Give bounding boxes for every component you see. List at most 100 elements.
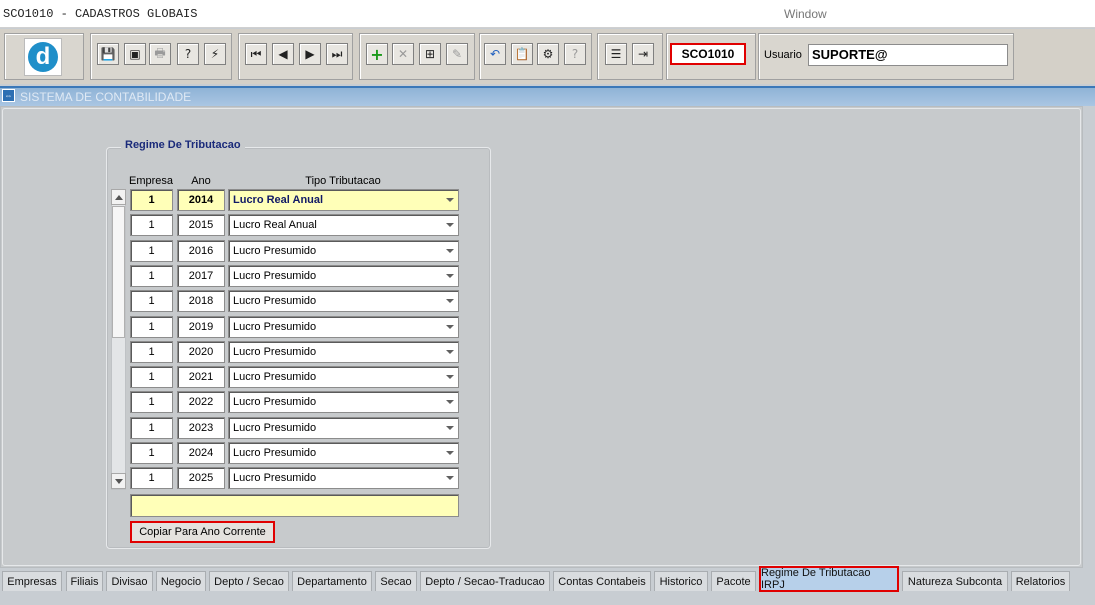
dropdown-arrow-icon[interactable] bbox=[446, 198, 454, 202]
empresa-field[interactable]: 1 bbox=[130, 467, 173, 489]
print-button[interactable]: 🖶 bbox=[149, 43, 171, 65]
window-menu[interactable]: Window bbox=[784, 7, 827, 21]
tab-empresas[interactable]: Empresas bbox=[2, 571, 62, 591]
ano-field[interactable]: 2022 bbox=[177, 391, 225, 413]
ano-field[interactable]: 2025 bbox=[177, 467, 225, 489]
ano-field[interactable]: 2016 bbox=[177, 240, 225, 262]
tab-departamento[interactable]: Departamento bbox=[292, 571, 372, 591]
tipo-tributacao-select[interactable]: Lucro Presumido bbox=[228, 290, 459, 312]
tipo-tributacao-select[interactable]: Lucro Presumido bbox=[228, 391, 459, 413]
dropdown-arrow-icon[interactable] bbox=[446, 476, 454, 480]
copy-to-current-year-button[interactable]: Copiar Para Ano Corrente bbox=[130, 521, 275, 543]
last-record-icon: ⏭ bbox=[331, 46, 343, 61]
ano-field[interactable]: 2015 bbox=[177, 214, 225, 236]
tab-historico[interactable]: Historico bbox=[654, 571, 708, 591]
ano-field[interactable]: 2017 bbox=[177, 265, 225, 287]
tipo-tributacao-value: Lucro Presumido bbox=[233, 472, 317, 484]
user-field[interactable]: SUPORTE@ bbox=[808, 44, 1008, 66]
empresa-field[interactable]: 1 bbox=[130, 417, 173, 439]
empresa-field[interactable]: 1 bbox=[130, 316, 173, 338]
tab-divisao[interactable]: Divisao bbox=[106, 571, 153, 591]
ano-field[interactable]: 2018 bbox=[177, 290, 225, 312]
previous-record-button[interactable]: ◀ bbox=[272, 43, 294, 65]
next-record-icon: ▶ bbox=[305, 47, 315, 61]
edit-icon: ✎ bbox=[451, 47, 463, 61]
empresa-field[interactable]: 1 bbox=[130, 265, 173, 287]
tipo-tributacao-select[interactable]: Lucro Presumido bbox=[228, 265, 459, 287]
dropdown-arrow-icon[interactable] bbox=[446, 223, 454, 227]
empresa-field[interactable]: 1 bbox=[130, 189, 173, 211]
tab-negocio[interactable]: Negocio bbox=[156, 571, 206, 591]
last-record-button[interactable]: ⏭ bbox=[326, 43, 348, 65]
tab-relatorios[interactable]: Relatorios bbox=[1011, 571, 1070, 591]
clipboard-button[interactable]: 📋 bbox=[511, 43, 533, 65]
dropdown-arrow-icon[interactable] bbox=[446, 426, 454, 430]
empresa-field[interactable]: 1 bbox=[130, 240, 173, 262]
help-icon: ? bbox=[571, 47, 579, 61]
tab-secao[interactable]: Secao bbox=[375, 571, 417, 591]
detail-field[interactable] bbox=[130, 494, 459, 517]
empresa-field[interactable]: 1 bbox=[130, 341, 173, 363]
exit-button[interactable]: ⇥ bbox=[632, 43, 654, 65]
tipo-tributacao-select[interactable]: Lucro Presumido bbox=[228, 417, 459, 439]
window-button[interactable]: ▣ bbox=[124, 43, 146, 65]
delete-record-icon: ✕ bbox=[397, 47, 409, 61]
empresa-field[interactable]: 1 bbox=[130, 366, 173, 388]
previous-record-icon: ◀ bbox=[278, 47, 288, 61]
tipo-tributacao-select[interactable]: Lucro Presumido bbox=[228, 341, 459, 363]
menu-button[interactable]: ☰ bbox=[605, 43, 627, 65]
tab-contas-contabeis[interactable]: Contas Contabeis bbox=[553, 571, 651, 591]
tools-button[interactable]: ⚙ bbox=[537, 43, 559, 65]
tab-pacote[interactable]: Pacote bbox=[711, 571, 756, 591]
tipo-tributacao-value: Lucro Real Anual bbox=[233, 194, 324, 206]
dropdown-arrow-icon[interactable] bbox=[446, 274, 454, 278]
exit-icon: ⇥ bbox=[637, 47, 649, 61]
first-record-button[interactable]: ⏮ bbox=[245, 43, 267, 65]
scrollbar-thumb[interactable] bbox=[112, 206, 125, 338]
tab-regime-de-tributacao-irpj[interactable]: Regime De Tributacao IRPJ bbox=[759, 566, 899, 592]
dropdown-arrow-icon[interactable] bbox=[446, 375, 454, 379]
tipo-tributacao-value: Lucro Presumido bbox=[233, 396, 317, 408]
ano-field[interactable]: 2019 bbox=[177, 316, 225, 338]
scroll-up-button[interactable] bbox=[111, 189, 126, 205]
dropdown-arrow-icon[interactable] bbox=[446, 400, 454, 404]
help-query-button[interactable]: ? bbox=[177, 43, 199, 65]
tipo-tributacao-select[interactable]: Lucro Presumido bbox=[228, 467, 459, 489]
dropdown-arrow-icon[interactable] bbox=[446, 325, 454, 329]
execute-query-button[interactable]: ⚡ bbox=[204, 43, 226, 65]
empresa-field[interactable]: 1 bbox=[130, 442, 173, 464]
empresa-field[interactable]: 1 bbox=[130, 391, 173, 413]
save-icon: 💾 bbox=[100, 47, 116, 61]
ano-field[interactable]: 2021 bbox=[177, 366, 225, 388]
tab-depto-secao-traducao[interactable]: Depto / Secao-Traducao bbox=[420, 571, 550, 591]
tipo-tributacao-select[interactable]: Lucro Presumido bbox=[228, 366, 459, 388]
dropdown-arrow-icon[interactable] bbox=[446, 350, 454, 354]
tab-natureza-subconta[interactable]: Natureza Subconta bbox=[902, 571, 1008, 591]
ano-field[interactable]: 2020 bbox=[177, 341, 225, 363]
tab-filiais[interactable]: Filiais bbox=[66, 571, 103, 591]
help-button[interactable]: ? bbox=[564, 43, 586, 65]
ano-field[interactable]: 2024 bbox=[177, 442, 225, 464]
empresa-field[interactable]: 1 bbox=[130, 290, 173, 312]
edit-button[interactable]: ✎ bbox=[446, 43, 468, 65]
tab-depto-secao[interactable]: Depto / Secao bbox=[209, 571, 289, 591]
duplicate-record-button[interactable]: ⊞ bbox=[419, 43, 441, 65]
insert-record-button[interactable]: + bbox=[366, 43, 388, 65]
delete-record-button[interactable]: ✕ bbox=[392, 43, 414, 65]
tipo-tributacao-select[interactable]: Lucro Real Anual bbox=[228, 214, 459, 236]
save-button[interactable]: 💾 bbox=[97, 43, 119, 65]
ano-field[interactable]: 2014 bbox=[177, 189, 225, 211]
dropdown-arrow-icon[interactable] bbox=[446, 299, 454, 303]
tipo-tributacao-select[interactable]: Lucro Presumido bbox=[228, 442, 459, 464]
dropdown-arrow-icon[interactable] bbox=[446, 451, 454, 455]
tipo-tributacao-select[interactable]: Lucro Presumido bbox=[228, 240, 459, 262]
scroll-down-button[interactable] bbox=[111, 473, 126, 489]
undo-icon: ↶ bbox=[489, 47, 501, 61]
undo-button[interactable]: ↶ bbox=[484, 43, 506, 65]
tipo-tributacao-select[interactable]: Lucro Real Anual bbox=[228, 189, 459, 211]
tipo-tributacao-select[interactable]: Lucro Presumido bbox=[228, 316, 459, 338]
next-record-button[interactable]: ▶ bbox=[299, 43, 321, 65]
ano-field[interactable]: 2023 bbox=[177, 417, 225, 439]
dropdown-arrow-icon[interactable] bbox=[446, 249, 454, 253]
empresa-field[interactable]: 1 bbox=[130, 214, 173, 236]
